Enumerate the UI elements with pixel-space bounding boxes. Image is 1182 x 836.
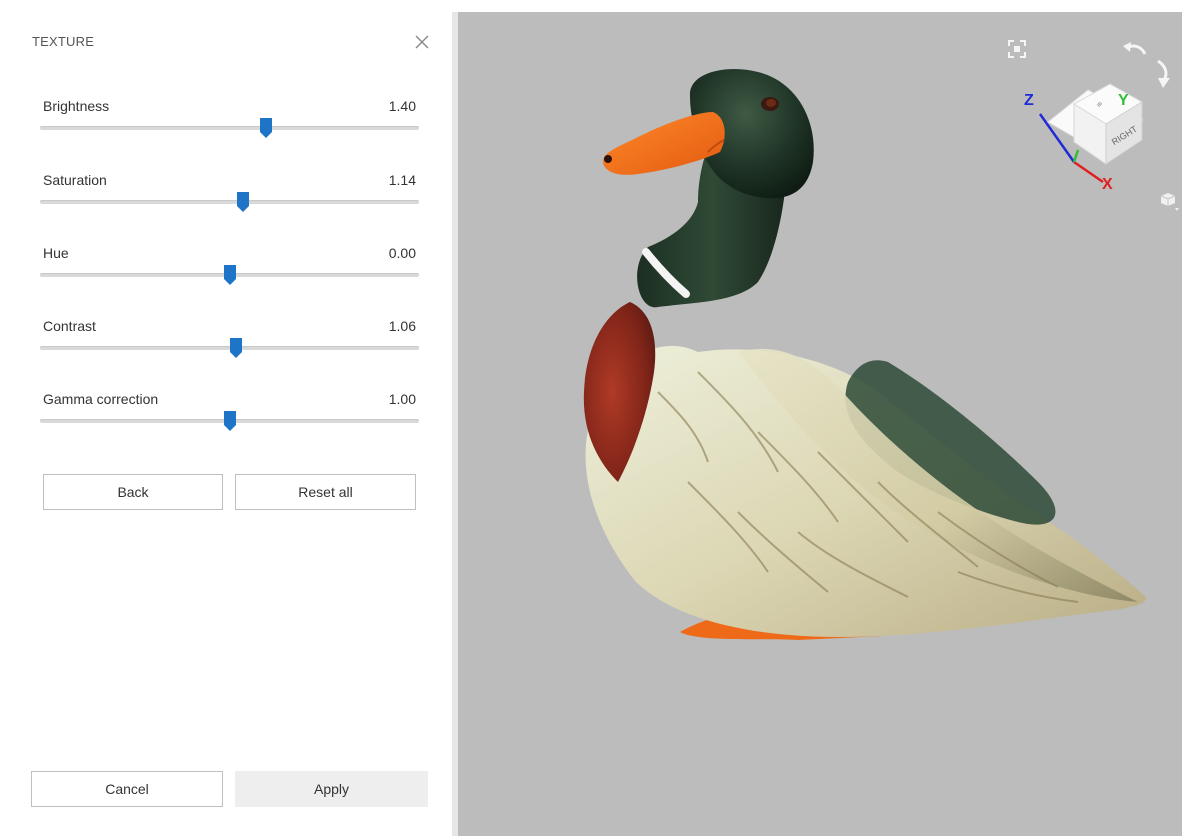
back-button[interactable]: Back xyxy=(43,474,223,510)
brightness-slider-track[interactable] xyxy=(40,118,419,138)
brightness-label: Brightness xyxy=(43,98,110,114)
saturation-slider-track[interactable] xyxy=(40,192,419,212)
close-icon xyxy=(415,35,429,49)
hue-slider-row: Hue 0.00 xyxy=(40,245,420,285)
axis-x-label: X xyxy=(1102,176,1113,193)
orientation-cube[interactable]: RIGHT ≋ xyxy=(1018,32,1168,212)
panel-title: TEXTURE xyxy=(32,34,95,49)
gamma-slider-thumb[interactable] xyxy=(223,410,237,432)
contrast-value: 1.06 xyxy=(388,318,416,334)
cancel-button[interactable]: Cancel xyxy=(31,771,223,807)
contrast-slider-thumb[interactable] xyxy=(229,337,243,359)
apply-button[interactable]: Apply xyxy=(235,771,428,807)
gamma-value: 1.00 xyxy=(388,391,416,407)
gamma-label: Gamma correction xyxy=(43,391,159,407)
hue-slider-thumb[interactable] xyxy=(223,264,237,286)
brightness-slider-row: Brightness 1.40 xyxy=(40,98,420,138)
gamma-slider-track[interactable] xyxy=(40,411,419,431)
gamma-slider-row: Gamma correction 1.00 xyxy=(40,391,420,431)
hue-value: 0.00 xyxy=(388,245,416,261)
saturation-slider-thumb[interactable] xyxy=(236,191,250,213)
saturation-label: Saturation xyxy=(43,172,107,188)
contrast-label: Contrast xyxy=(43,318,96,334)
3d-viewport[interactable]: RIGHT ≋ Z Y X xyxy=(458,12,1182,836)
hue-slider-track[interactable] xyxy=(40,265,419,285)
close-button[interactable] xyxy=(412,32,432,52)
hue-label: Hue xyxy=(43,245,69,261)
contrast-slider-track[interactable] xyxy=(40,338,419,358)
orientation-gizmo[interactable]: RIGHT ≋ Z Y X xyxy=(1018,32,1168,212)
brightness-value: 1.40 xyxy=(388,98,416,114)
texture-panel: TEXTURE Brightness 1.40 Saturation 1.14 … xyxy=(12,12,452,836)
saturation-value: 1.14 xyxy=(388,172,416,188)
saturation-slider-row: Saturation 1.14 xyxy=(40,172,420,212)
brightness-slider-thumb[interactable] xyxy=(259,117,273,139)
contrast-slider-row: Contrast 1.06 xyxy=(40,318,420,358)
reset-all-button[interactable]: Reset all xyxy=(235,474,416,510)
axis-z-label: Z xyxy=(1024,92,1034,109)
axis-y-label: Y xyxy=(1118,92,1129,109)
